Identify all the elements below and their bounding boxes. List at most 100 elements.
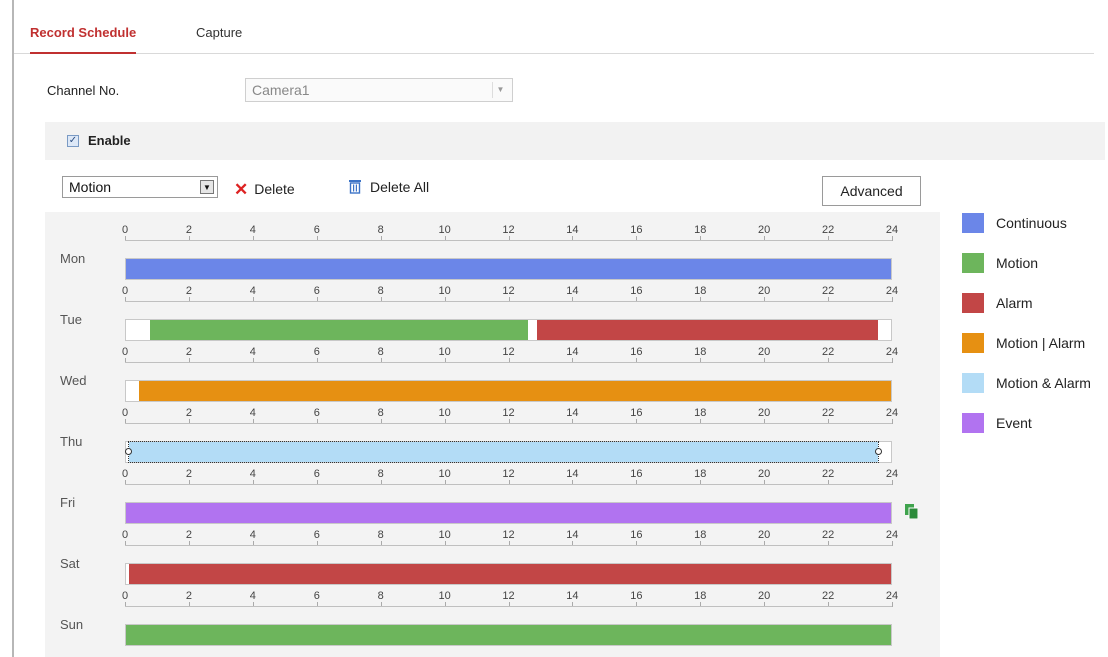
delete-all-button[interactable]: Delete All [348, 179, 429, 195]
time-axis [125, 301, 892, 302]
enable-checkbox[interactable]: ✓ [67, 135, 79, 147]
legend-swatch [962, 293, 984, 313]
delete-label: Delete [254, 181, 295, 197]
hour-tick-label: 6 [313, 224, 320, 236]
day-label: Thu [60, 434, 83, 449]
hour-tick-label: 22 [821, 346, 835, 358]
hour-tick-label: 18 [694, 346, 707, 358]
day-label: Wed [60, 373, 87, 388]
channel-no-label: Channel No. [47, 83, 120, 98]
legend-item: Motion | Alarm [962, 332, 1108, 354]
hour-tick-mark [892, 480, 893, 485]
hour-tick-mark [892, 602, 893, 607]
tab-capture[interactable]: Capture [196, 22, 242, 54]
hour-tick-label: 10 [438, 407, 451, 419]
hour-tick-label: 14 [566, 407, 579, 419]
hour-tick-label: 10 [438, 529, 451, 541]
hour-tick-label: 16 [630, 529, 643, 541]
hour-tick-label: 24 [885, 346, 899, 358]
hour-tick-label: 16 [630, 285, 643, 297]
hour-tick-label: 18 [694, 407, 707, 419]
hour-tick-label: 22 [821, 224, 835, 236]
hour-tick-label: 18 [694, 468, 707, 480]
schedule-segment[interactable] [126, 625, 891, 645]
hour-tick-label: 2 [185, 468, 192, 480]
hour-tick-label: 0 [121, 224, 129, 236]
hour-tick-label: 2 [185, 590, 192, 602]
hour-tick-label: 10 [438, 285, 451, 297]
hour-tick-label: 22 [821, 407, 835, 419]
advanced-button[interactable]: Advanced [822, 176, 921, 206]
delete-button[interactable]: ✕ Delete [234, 179, 295, 199]
legend-item: Event [962, 412, 1108, 434]
hour-tick-label: 16 [630, 346, 643, 358]
channel-select[interactable]: Camera1 ▼ [245, 78, 513, 102]
hour-tick-label: 20 [758, 590, 771, 602]
hour-tick-label: 14 [566, 224, 579, 236]
hour-tick-label: 8 [377, 224, 384, 236]
day-label: Fri [60, 495, 76, 510]
record-type-select[interactable]: Motion ▼ [62, 176, 218, 198]
hour-tick-label: 8 [377, 407, 384, 419]
hour-tick-label: 14 [566, 468, 579, 480]
hour-tick-mark [892, 297, 893, 302]
hour-tick-label: 16 [630, 468, 643, 480]
hour-tick-label: 12 [502, 285, 515, 297]
hour-tick-label: 10 [438, 346, 451, 358]
day-label: Sun [60, 617, 84, 632]
time-axis [125, 545, 892, 546]
hour-tick-label: 22 [821, 590, 835, 602]
legend-swatch [962, 413, 984, 433]
day-label: Mon [60, 251, 86, 266]
hour-tick-label: 4 [249, 346, 256, 358]
enable-label: Enable [88, 133, 131, 148]
hour-tick-label: 20 [758, 285, 771, 297]
day-row-thu: 0 2 4 6 8 10 12 14 16 18 20 22 24 Thu [45, 395, 940, 463]
hour-tick-label: 20 [758, 529, 771, 541]
hour-tick-label: 2 [185, 529, 192, 541]
resize-handle[interactable] [125, 448, 133, 455]
time-axis [125, 484, 892, 485]
hour-tick-label: 12 [502, 224, 515, 236]
tab-record-schedule[interactable]: Record Schedule [30, 22, 137, 54]
hour-tick-label: 20 [758, 407, 771, 419]
hour-tick-label: 12 [502, 590, 515, 602]
hour-tick-label: 24 [885, 407, 899, 419]
hour-tick-label: 18 [694, 285, 707, 297]
hour-tick-label: 0 [121, 285, 129, 297]
hour-tick-label: 20 [758, 468, 771, 480]
resize-handle[interactable] [875, 448, 883, 455]
legend-label: Alarm [996, 295, 1033, 311]
hour-tick-mark [892, 541, 893, 546]
hour-tick-label: 6 [313, 590, 320, 602]
day-row-sat: 0 2 4 6 8 10 12 14 16 18 20 22 24 Sat [45, 517, 940, 585]
legend-swatch [962, 373, 984, 393]
chevron-down-icon: ▼ [492, 82, 508, 98]
hour-tick-label: 8 [377, 346, 384, 358]
hour-tick-label: 14 [566, 346, 579, 358]
hour-tick-label: 10 [438, 468, 451, 480]
enable-bar: ✓ Enable [45, 122, 1105, 160]
hour-tick-label: 4 [249, 224, 256, 236]
legend-item: Motion [962, 252, 1108, 274]
hour-tick-label: 18 [694, 529, 707, 541]
hour-tick-label: 24 [885, 590, 899, 602]
hour-tick-label: 10 [438, 590, 451, 602]
hour-tick-mark [892, 236, 893, 241]
delete-all-label: Delete All [370, 179, 430, 195]
hour-tick-label: 2 [185, 346, 192, 358]
day-row-tue: 0 2 4 6 8 10 12 14 16 18 20 22 24 Tue [45, 273, 940, 341]
trash-icon [349, 180, 361, 194]
hour-tick-label: 16 [630, 224, 643, 236]
day-schedule-track[interactable] [125, 624, 892, 646]
hour-tick-label: 8 [377, 529, 384, 541]
hour-tick-label: 22 [821, 285, 835, 297]
hour-tick-label: 2 [185, 407, 192, 419]
legend-item: Continuous [962, 212, 1108, 234]
hour-tick-label: 12 [502, 407, 515, 419]
day-row-wed: 0 2 4 6 8 10 12 14 16 18 20 22 24 Wed [45, 334, 940, 402]
hour-tick-label: 2 [185, 285, 192, 297]
hour-tick-label: 4 [249, 468, 256, 480]
hour-tick-label: 14 [566, 285, 579, 297]
hour-tick-label: 14 [566, 590, 579, 602]
